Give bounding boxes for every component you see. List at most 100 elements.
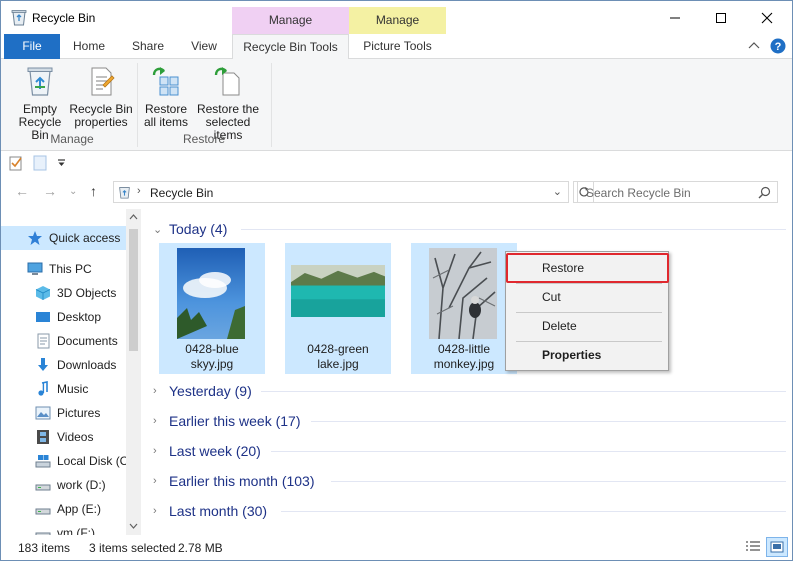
nav-scrollbar-thumb[interactable] [129, 229, 138, 351]
nav-pictures[interactable]: Pictures [1, 401, 126, 425]
large-icons-view-button[interactable] [766, 537, 788, 557]
quick-access-toolbar [1, 151, 792, 175]
group-label: Today (4) [169, 221, 228, 237]
navigation-pane: Quick access This PC 3D Objects Desktop … [1, 209, 142, 535]
tab-file[interactable]: File [4, 34, 60, 59]
address-bar[interactable]: › Recycle Bin ⌄ [113, 181, 569, 203]
minimize-icon [670, 17, 680, 18]
manage-context-header: Manage [232, 7, 349, 34]
group-divider [271, 451, 786, 452]
window-title: Recycle Bin [32, 11, 96, 25]
nav-label: App (E:) [57, 502, 102, 516]
group-label: Last month (30) [169, 503, 268, 519]
nav-quick-access[interactable]: Quick access [1, 226, 126, 250]
large-icons-view-icon [770, 541, 784, 553]
nav-local-disk[interactable]: Local Disk (C [1, 449, 126, 473]
nav-desktop[interactable]: Desktop [1, 305, 126, 329]
tabs-right-controls: ? [748, 38, 786, 54]
menu-item-delete[interactable]: Delete [508, 313, 666, 339]
nav-app-drive[interactable]: App (E:) [1, 497, 126, 521]
chevron-right-icon: › [153, 475, 157, 487]
tab-view[interactable]: View [183, 34, 225, 59]
explorer-window: Recycle Bin Manage Manage File Home Shar… [0, 0, 793, 561]
file-tile[interactable]: 0428-green lake.jpg [285, 243, 391, 374]
item-count: 183 items [18, 541, 71, 555]
recycle-bin-properties-button[interactable]: Recycle Bin properties [69, 61, 133, 129]
address-dropdown-icon[interactable]: ⌄ [553, 185, 562, 198]
nav-label: Videos [57, 430, 94, 444]
group-label: Earlier this month (103) [169, 473, 315, 489]
nav-label: work (D:) [57, 478, 106, 492]
tab-recycle-bin-tools[interactable]: Recycle Bin Tools [232, 34, 349, 60]
tab-picture-tools[interactable]: Picture Tools [349, 34, 446, 59]
file-tile[interactable]: 0428-little monkey.jpg [411, 243, 517, 374]
maximize-icon [716, 12, 726, 23]
scroll-down-icon[interactable] [129, 523, 138, 529]
nav-3d-objects[interactable]: 3D Objects [1, 281, 126, 305]
drive-icon [35, 484, 51, 491]
details-view-icon[interactable] [745, 540, 761, 554]
minimize-button[interactable] [652, 1, 698, 34]
recycle-bin-properties-label: Recycle Bin properties [69, 102, 133, 129]
scroll-up-icon[interactable] [129, 214, 138, 220]
star-icon [28, 231, 42, 245]
restore-selected-button[interactable]: Restore the selected items [191, 61, 265, 142]
nav-work-drive[interactable]: work (D:) [1, 473, 126, 497]
properties-check-icon[interactable] [9, 155, 23, 171]
ribbon-tabs: File Home Share View Recycle Bin Tools P… [1, 34, 792, 60]
address-location: Recycle Bin [150, 186, 214, 200]
group-divider [261, 391, 786, 392]
restore-all-button[interactable]: Restore all items [142, 61, 190, 129]
up-arrow-icon[interactable]: ↑ [90, 183, 97, 199]
nav-label: Downloads [57, 358, 117, 372]
nav-vm-drive[interactable]: vm (F:) [1, 521, 126, 535]
nav-label: This PC [49, 262, 92, 276]
nav-videos[interactable]: Videos [1, 425, 126, 449]
customize-dropdown-icon[interactable] [57, 159, 66, 167]
group-header-earlier-this-month[interactable]: › Earlier this month (103) [153, 471, 315, 491]
maximize-button[interactable] [698, 1, 744, 34]
nav-this-pc[interactable]: This PC [1, 257, 126, 281]
address-row: ← → ⌄ ↑ › Recycle Bin ⌄ Search Recycle B… [1, 179, 792, 205]
nav-music[interactable]: Music [1, 377, 126, 401]
close-button[interactable] [744, 1, 790, 34]
group-label-restore: Restore [182, 132, 226, 146]
group-header-last-month[interactable]: › Last month (30) [153, 501, 267, 521]
nav-label: Documents [57, 334, 118, 348]
group-header-today[interactable]: ⌄ Today (4) [153, 219, 227, 239]
group-header-last-week[interactable]: › Last week (20) [153, 441, 261, 461]
chevron-up-icon[interactable] [748, 41, 760, 51]
ribbon-separator [271, 63, 272, 147]
help-icon[interactable]: ? [770, 38, 786, 54]
nav-label: 3D Objects [57, 286, 117, 300]
file-tile[interactable]: 0428-blue skyy.jpg [159, 243, 265, 374]
monkey-thumbnail [429, 248, 497, 339]
nav-label: vm (F:) [57, 526, 95, 535]
recent-chevron-icon[interactable]: ⌄ [69, 186, 77, 197]
menu-item-properties[interactable]: Properties [508, 342, 666, 368]
nav-downloads[interactable]: Downloads [1, 353, 126, 377]
ribbon-separator [137, 63, 138, 147]
nav-scrollbar[interactable] [126, 209, 141, 535]
group-header-earlier-this-week[interactable]: › Earlier this week (17) [153, 411, 301, 431]
tab-home[interactable]: Home [67, 34, 111, 59]
group-divider [331, 481, 786, 482]
nav-documents[interactable]: Documents [1, 329, 126, 353]
search-box[interactable]: Search Recycle Bin [577, 181, 778, 203]
back-arrow-icon[interactable]: ← [15, 183, 29, 199]
drive-icon [35, 508, 51, 515]
tab-share[interactable]: Share [125, 34, 171, 59]
group-divider [241, 229, 786, 230]
recycle-bin-icon [11, 10, 27, 26]
new-folder-icon[interactable] [33, 155, 47, 171]
chevron-right-icon: › [153, 415, 157, 427]
forward-arrow-icon[interactable]: → [43, 183, 57, 199]
nav-label: Quick access [49, 231, 121, 245]
group-header-yesterday[interactable]: › Yesterday (9) [153, 381, 252, 401]
nav-label: Desktop [57, 310, 102, 324]
chevron-right-icon: › [153, 445, 157, 457]
menu-item-cut[interactable]: Cut [508, 284, 666, 310]
desktop-icon [36, 312, 50, 322]
breadcrumb-chevron-icon[interactable]: › [137, 185, 141, 197]
empty-recycle-bin-button[interactable]: Empty Recycle Bin [9, 61, 71, 142]
